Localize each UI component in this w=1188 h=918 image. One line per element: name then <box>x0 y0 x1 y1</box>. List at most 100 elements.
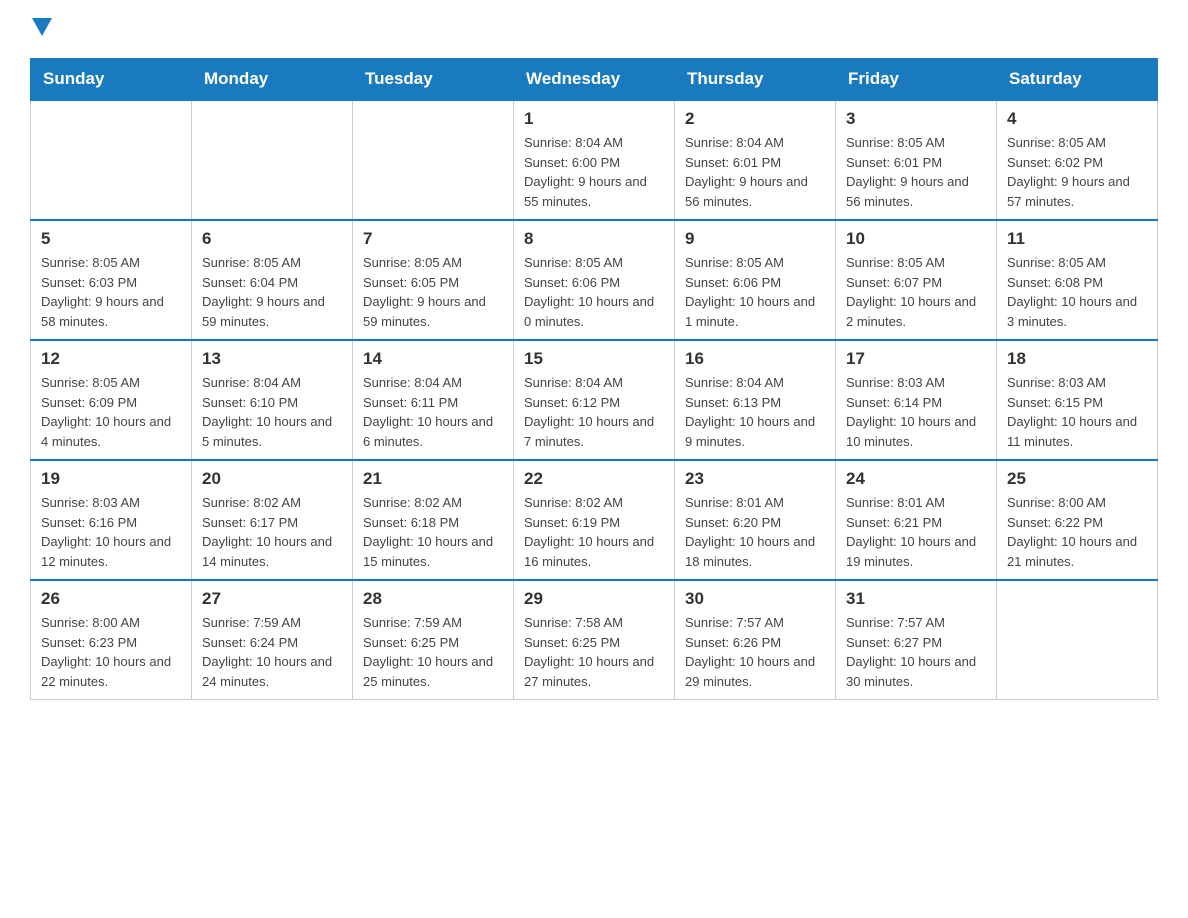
day-number: 22 <box>524 469 664 489</box>
day-info: Sunrise: 8:04 AMSunset: 6:10 PMDaylight:… <box>202 373 342 451</box>
day-number: 6 <box>202 229 342 249</box>
weekday-header-tuesday: Tuesday <box>353 59 514 101</box>
day-number: 21 <box>363 469 503 489</box>
calendar-day-cell: 12Sunrise: 8:05 AMSunset: 6:09 PMDayligh… <box>31 340 192 460</box>
calendar-day-cell <box>192 100 353 220</box>
calendar-day-cell: 7 Sunrise: 8:05 AMSunset: 6:05 PMDaylight… <box>353 220 514 340</box>
weekday-header-friday: Friday <box>836 59 997 101</box>
day-number: 1 <box>524 109 664 129</box>
calendar-day-cell: 23 Sunrise: 8:01 AMSunset: 6:20 PMDayligh… <box>675 460 836 580</box>
day-info: Sunrise: 8:01 AMSunset: 6:20 PMDaylight:… <box>685 493 825 571</box>
calendar-day-cell: 24 Sunrise: 8:01 AMSunset: 6:21 PMDayligh… <box>836 460 997 580</box>
day-info: Sunrise: 8:05 AMSunset: 6:06 PMDaylight:… <box>524 253 664 331</box>
day-info: Sunrise: 8:05 AMSunset: 6:08 PMDaylight:… <box>1007 253 1147 331</box>
day-number: 7 <box>363 229 503 249</box>
day-info: Sunrise: 8:04 AMSunset: 6:01 PMDaylight:… <box>685 133 825 211</box>
calendar-day-cell: 5 Sunrise: 8:05 AMSunset: 6:03 PMDaylight… <box>31 220 192 340</box>
calendar-day-cell: 2 Sunrise: 8:04 AMSunset: 6:01 PMDaylight… <box>675 100 836 220</box>
day-info: Sunrise: 8:02 AMSunset: 6:18 PMDaylight:… <box>363 493 503 571</box>
day-info: Sunrise: 8:04 AMSunset: 6:11 PMDaylight:… <box>363 373 503 451</box>
day-info: Sunrise: 8:05 AMSunset: 6:03 PMDaylight:… <box>41 253 181 331</box>
calendar-day-cell: 17 Sunrise: 8:03 AMSunset: 6:14 PMDayligh… <box>836 340 997 460</box>
weekday-header-monday: Monday <box>192 59 353 101</box>
day-number: 17 <box>846 349 986 369</box>
calendar-day-cell: 30 Sunrise: 7:57 AMSunset: 6:26 PMDayligh… <box>675 580 836 700</box>
day-info: Sunrise: 8:05 AMSunset: 6:02 PMDaylight:… <box>1007 133 1147 211</box>
day-info: Sunrise: 8:03 AMSunset: 6:14 PMDaylight:… <box>846 373 986 451</box>
day-number: 5 <box>41 229 181 249</box>
calendar-day-cell: 21 Sunrise: 8:02 AMSunset: 6:18 PMDayligh… <box>353 460 514 580</box>
logo-triangle-icon <box>32 18 52 36</box>
calendar-day-cell: 1Sunrise: 8:04 AMSunset: 6:00 PMDaylight… <box>514 100 675 220</box>
calendar-day-cell: 31 Sunrise: 7:57 AMSunset: 6:27 PMDayligh… <box>836 580 997 700</box>
day-info: Sunrise: 8:03 AMSunset: 6:15 PMDaylight:… <box>1007 373 1147 451</box>
day-number: 18 <box>1007 349 1147 369</box>
day-info: Sunrise: 7:57 AMSunset: 6:27 PMDaylight:… <box>846 613 986 691</box>
day-number: 11 <box>1007 229 1147 249</box>
day-number: 12 <box>41 349 181 369</box>
calendar-day-cell: 16 Sunrise: 8:04 AMSunset: 6:13 PMDayligh… <box>675 340 836 460</box>
calendar-header-row: SundayMondayTuesdayWednesdayThursdayFrid… <box>31 59 1158 101</box>
day-number: 8 <box>524 229 664 249</box>
calendar-day-cell: 28 Sunrise: 7:59 AMSunset: 6:25 PMDayligh… <box>353 580 514 700</box>
day-info: Sunrise: 8:05 AMSunset: 6:05 PMDaylight:… <box>363 253 503 331</box>
day-number: 2 <box>685 109 825 129</box>
day-number: 3 <box>846 109 986 129</box>
calendar-day-cell <box>353 100 514 220</box>
day-info: Sunrise: 8:02 AMSunset: 6:19 PMDaylight:… <box>524 493 664 571</box>
calendar-day-cell: 4 Sunrise: 8:05 AMSunset: 6:02 PMDaylight… <box>997 100 1158 220</box>
weekday-header-sunday: Sunday <box>31 59 192 101</box>
calendar-day-cell: 13 Sunrise: 8:04 AMSunset: 6:10 PMDayligh… <box>192 340 353 460</box>
day-number: 14 <box>363 349 503 369</box>
day-info: Sunrise: 8:01 AMSunset: 6:21 PMDaylight:… <box>846 493 986 571</box>
day-info: Sunrise: 8:02 AMSunset: 6:17 PMDaylight:… <box>202 493 342 571</box>
calendar-day-cell: 8 Sunrise: 8:05 AMSunset: 6:06 PMDaylight… <box>514 220 675 340</box>
weekday-header-wednesday: Wednesday <box>514 59 675 101</box>
day-number: 31 <box>846 589 986 609</box>
day-number: 26 <box>41 589 181 609</box>
calendar-day-cell: 26 Sunrise: 8:00 AMSunset: 6:23 PMDayligh… <box>31 580 192 700</box>
day-number: 27 <box>202 589 342 609</box>
day-info: Sunrise: 8:04 AMSunset: 6:13 PMDaylight:… <box>685 373 825 451</box>
calendar-day-cell: 19 Sunrise: 8:03 AMSunset: 6:16 PMDayligh… <box>31 460 192 580</box>
calendar-week-row: 26 Sunrise: 8:00 AMSunset: 6:23 PMDayligh… <box>31 580 1158 700</box>
calendar-day-cell: 14 Sunrise: 8:04 AMSunset: 6:11 PMDayligh… <box>353 340 514 460</box>
day-number: 23 <box>685 469 825 489</box>
calendar-day-cell: 27 Sunrise: 7:59 AMSunset: 6:24 PMDayligh… <box>192 580 353 700</box>
day-number: 10 <box>846 229 986 249</box>
calendar-week-row: 19 Sunrise: 8:03 AMSunset: 6:16 PMDayligh… <box>31 460 1158 580</box>
page-header <box>30 20 1158 38</box>
calendar-day-cell: 11 Sunrise: 8:05 AMSunset: 6:08 PMDayligh… <box>997 220 1158 340</box>
weekday-header-thursday: Thursday <box>675 59 836 101</box>
day-info: Sunrise: 7:59 AMSunset: 6:24 PMDaylight:… <box>202 613 342 691</box>
calendar-day-cell: 18 Sunrise: 8:03 AMSunset: 6:15 PMDayligh… <box>997 340 1158 460</box>
calendar-day-cell: 9Sunrise: 8:05 AMSunset: 6:06 PMDaylight… <box>675 220 836 340</box>
day-info: Sunrise: 8:03 AMSunset: 6:16 PMDaylight:… <box>41 493 181 571</box>
day-info: Sunrise: 8:05 AMSunset: 6:04 PMDaylight:… <box>202 253 342 331</box>
day-number: 15 <box>524 349 664 369</box>
calendar-day-cell: 22 Sunrise: 8:02 AMSunset: 6:19 PMDayligh… <box>514 460 675 580</box>
day-number: 4 <box>1007 109 1147 129</box>
day-number: 16 <box>685 349 825 369</box>
calendar-table: SundayMondayTuesdayWednesdayThursdayFrid… <box>30 58 1158 700</box>
day-number: 19 <box>41 469 181 489</box>
calendar-week-row: 1Sunrise: 8:04 AMSunset: 6:00 PMDaylight… <box>31 100 1158 220</box>
day-number: 30 <box>685 589 825 609</box>
calendar-week-row: 12Sunrise: 8:05 AMSunset: 6:09 PMDayligh… <box>31 340 1158 460</box>
calendar-day-cell: 10Sunrise: 8:05 AMSunset: 6:07 PMDayligh… <box>836 220 997 340</box>
weekday-header-saturday: Saturday <box>997 59 1158 101</box>
day-number: 24 <box>846 469 986 489</box>
day-info: Sunrise: 7:58 AMSunset: 6:25 PMDaylight:… <box>524 613 664 691</box>
day-info: Sunrise: 8:05 AMSunset: 6:01 PMDaylight:… <box>846 133 986 211</box>
day-number: 25 <box>1007 469 1147 489</box>
day-info: Sunrise: 7:59 AMSunset: 6:25 PMDaylight:… <box>363 613 503 691</box>
calendar-day-cell: 3 Sunrise: 8:05 AMSunset: 6:01 PMDaylight… <box>836 100 997 220</box>
calendar-day-cell: 29Sunrise: 7:58 AMSunset: 6:25 PMDayligh… <box>514 580 675 700</box>
calendar-day-cell: 25Sunrise: 8:00 AMSunset: 6:22 PMDayligh… <box>997 460 1158 580</box>
day-number: 13 <box>202 349 342 369</box>
logo <box>30 20 54 38</box>
day-info: Sunrise: 8:00 AMSunset: 6:23 PMDaylight:… <box>41 613 181 691</box>
day-number: 28 <box>363 589 503 609</box>
day-info: Sunrise: 7:57 AMSunset: 6:26 PMDaylight:… <box>685 613 825 691</box>
day-number: 9 <box>685 229 825 249</box>
